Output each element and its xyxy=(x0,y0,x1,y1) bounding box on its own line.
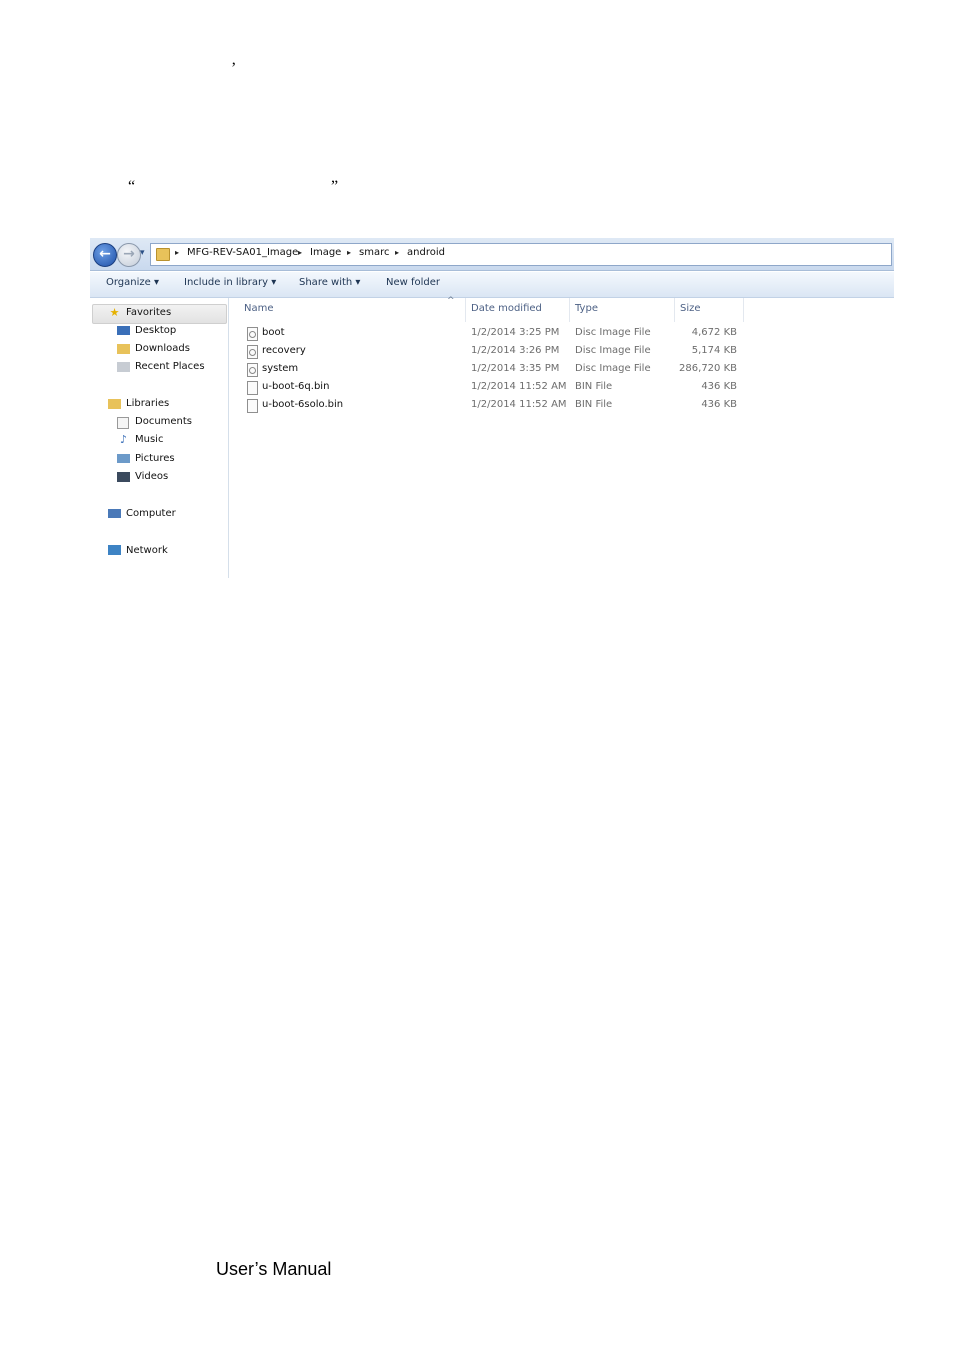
file-size: 286,720 KB xyxy=(679,363,737,374)
disc-image-icon xyxy=(247,363,258,377)
folder-icon xyxy=(156,248,170,261)
file-name: u-boot-6solo.bin xyxy=(262,399,344,410)
recent-locations-dropdown-icon[interactable]: ▾ xyxy=(140,248,145,258)
star-icon: ★ xyxy=(109,306,120,319)
back-arrow-icon: ← xyxy=(99,246,111,262)
chevron-right-icon[interactable]: ▸ xyxy=(298,248,302,257)
sidebar-item-libraries[interactable]: Libraries xyxy=(126,398,169,409)
file-type: Disc Image File xyxy=(575,363,651,374)
file-size: 5,174 KB xyxy=(691,345,737,356)
sidebar-item-desktop[interactable]: Desktop xyxy=(135,325,176,336)
pictures-icon xyxy=(117,454,130,463)
table-row[interactable]: recovery 1/2/2014 3:26 PM Disc Image Fil… xyxy=(229,343,894,361)
sidebar-item-recent-places[interactable]: Recent Places xyxy=(135,361,205,372)
libraries-icon xyxy=(108,399,121,409)
footer-title: User’s Manual xyxy=(216,1259,332,1279)
chevron-right-icon[interactable]: ▸ xyxy=(347,248,351,257)
navigation-pane: ★ Favorites Desktop Downloads Recent Pla… xyxy=(90,298,229,578)
sidebar-item-pictures[interactable]: Pictures xyxy=(135,453,175,464)
table-row[interactable]: boot 1/2/2014 3:25 PM Disc Image File 4,… xyxy=(229,325,894,343)
chevron-right-icon[interactable]: ▸ xyxy=(175,248,179,257)
file-date: 1/2/2014 3:26 PM xyxy=(471,345,560,356)
column-divider[interactable] xyxy=(743,298,744,322)
file-size: 4,672 KB xyxy=(691,327,737,338)
file-name: recovery xyxy=(262,345,306,356)
share-with-button[interactable]: Share with ▾ xyxy=(299,277,360,288)
desktop-icon xyxy=(117,326,130,335)
disc-image-icon xyxy=(247,345,258,359)
file-type: Disc Image File xyxy=(575,345,651,356)
sidebar-item-videos[interactable]: Videos xyxy=(135,471,168,482)
table-row[interactable]: u-boot-6q.bin 1/2/2014 11:52 AM BIN File… xyxy=(229,379,894,397)
include-in-library-button[interactable]: Include in library ▾ xyxy=(184,277,276,288)
file-icon xyxy=(247,381,258,395)
new-folder-button[interactable]: New folder xyxy=(386,277,440,288)
file-list: Name ^ Date modified Type Size boot 1/2/… xyxy=(229,296,894,578)
downloads-folder-icon xyxy=(117,344,130,354)
sidebar-item-downloads[interactable]: Downloads xyxy=(135,343,190,354)
file-name: boot xyxy=(262,327,285,338)
disc-image-icon xyxy=(247,327,258,341)
documents-icon xyxy=(117,417,129,429)
column-header-name[interactable]: Name xyxy=(238,298,464,322)
file-name: u-boot-6q.bin xyxy=(262,381,330,392)
back-button[interactable]: ← xyxy=(93,243,117,267)
videos-icon xyxy=(117,472,130,482)
file-date: 1/2/2014 3:35 PM xyxy=(471,363,560,374)
close-quote-mark: ” xyxy=(331,178,339,195)
forward-button[interactable]: → xyxy=(117,243,141,267)
column-header-type[interactable]: Type xyxy=(569,298,673,322)
file-explorer-window: ← → ▾ ▸ MFG-REV-SA01_Image ▸ Image ▸ sma… xyxy=(90,238,894,578)
file-date: 1/2/2014 11:52 AM xyxy=(471,381,567,392)
file-name: system xyxy=(262,363,299,374)
sort-ascending-icon: ^ xyxy=(447,296,455,306)
computer-icon xyxy=(108,509,121,518)
file-type: Disc Image File xyxy=(575,327,651,338)
forward-arrow-icon: → xyxy=(123,246,135,262)
organize-button[interactable]: Organize ▾ xyxy=(106,277,159,288)
sidebar-item-favorites[interactable]: Favorites xyxy=(126,307,171,318)
breadcrumb-item-smarc[interactable]: smarc xyxy=(359,247,389,258)
table-row[interactable]: u-boot-6solo.bin 1/2/2014 11:52 AM BIN F… xyxy=(229,397,894,415)
breadcrumb-item-mfg-rev-sa01-image[interactable]: MFG-REV-SA01_Image xyxy=(187,247,298,258)
breadcrumb-item-image[interactable]: Image xyxy=(310,247,341,258)
file-size: 436 KB xyxy=(701,381,737,392)
command-toolbar: Organize ▾ Include in library ▾ Share wi… xyxy=(90,272,894,298)
address-bar: ← → ▾ ▸ MFG-REV-SA01_Image ▸ Image ▸ sma… xyxy=(90,238,894,271)
sidebar-item-network[interactable]: Network xyxy=(126,545,168,556)
breadcrumb-item-android[interactable]: android xyxy=(407,247,445,258)
breadcrumb[interactable]: ▸ MFG-REV-SA01_Image ▸ Image ▸ smarc ▸ a… xyxy=(150,243,892,266)
sidebar-item-documents[interactable]: Documents xyxy=(135,416,192,427)
sidebar-item-music[interactable]: Music xyxy=(135,434,163,445)
file-date: 1/2/2014 3:25 PM xyxy=(471,327,560,338)
column-header-date-modified[interactable]: Date modified xyxy=(465,298,568,322)
table-row[interactable]: system 1/2/2014 3:35 PM Disc Image File … xyxy=(229,361,894,379)
file-date: 1/2/2014 11:52 AM xyxy=(471,399,567,410)
file-size: 436 KB xyxy=(701,399,737,410)
open-quote-mark: “ xyxy=(128,178,136,195)
column-header-size[interactable]: Size xyxy=(674,298,742,322)
network-icon xyxy=(108,545,121,555)
file-icon xyxy=(247,399,258,413)
music-note-icon: ♪ xyxy=(119,433,128,446)
apostrophe-mark: ’ xyxy=(231,60,237,77)
sidebar-item-computer[interactable]: Computer xyxy=(126,508,176,519)
chevron-right-icon[interactable]: ▸ xyxy=(395,248,399,257)
recent-places-icon xyxy=(117,362,130,372)
file-type: BIN File xyxy=(575,381,613,392)
file-type: BIN File xyxy=(575,399,613,410)
